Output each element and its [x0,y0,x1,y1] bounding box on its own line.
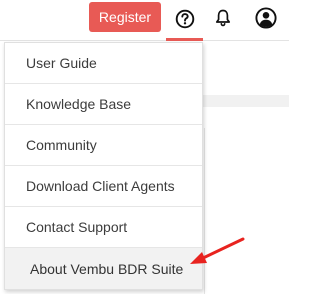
menu-item-download-client-agents[interactable]: Download Client Agents [5,166,202,207]
background-panel [195,95,289,107]
menu-item-about-vembu-bdr-suite[interactable]: About Vembu BDR Suite [5,248,202,289]
help-active-indicator [166,38,203,41]
user-circle-icon [255,7,277,29]
menu-item-contact-support[interactable]: Contact Support [5,207,202,248]
question-circle-icon [175,9,194,29]
register-button[interactable]: Register [89,2,161,32]
app-page: Register User Guide Knowledge Base Commu… [0,0,289,294]
header-divider [0,40,289,41]
annotation-arrow-icon [190,237,245,264]
help-dropdown-menu: User Guide Knowledge Base Community Down… [4,42,203,290]
bell-icon [215,9,231,27]
menu-item-user-guide[interactable]: User Guide [5,43,202,84]
help-button[interactable] [166,0,203,38]
menu-item-community[interactable]: Community [5,125,202,166]
menu-item-knowledge-base[interactable]: Knowledge Base [5,84,202,125]
notifications-button[interactable] [208,2,238,34]
user-profile-button[interactable] [251,2,281,34]
